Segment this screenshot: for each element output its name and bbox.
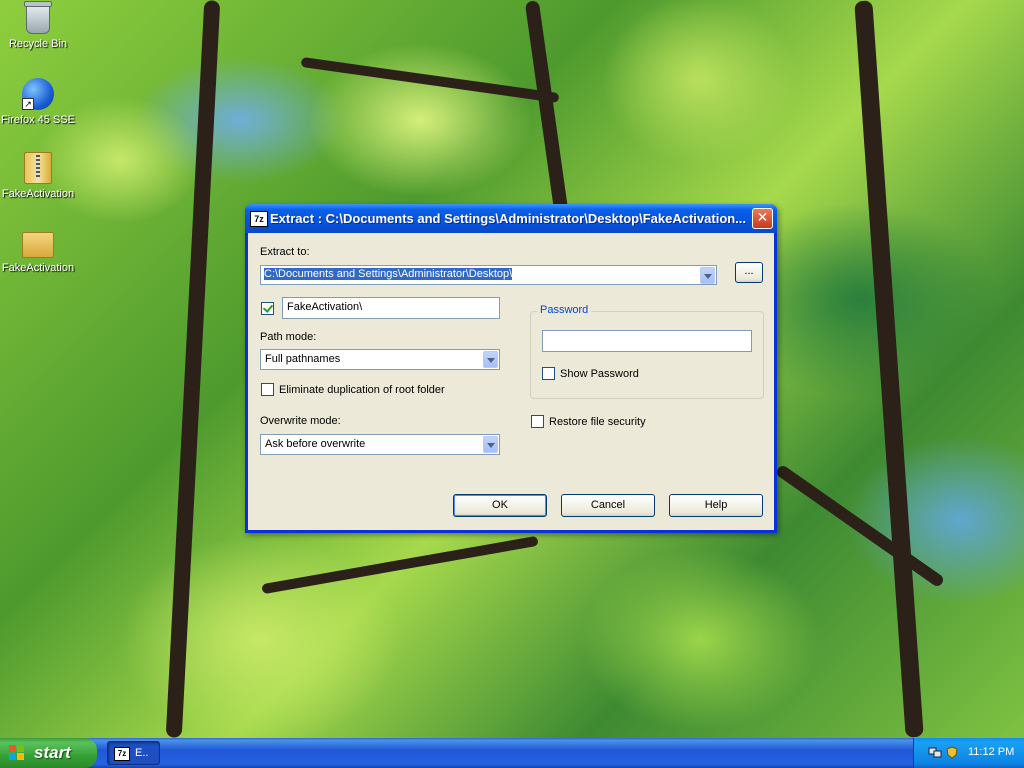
wallpaper-branch (524, 0, 570, 220)
password-input[interactable] (542, 330, 752, 352)
desktop-icon-recycle-bin[interactable]: Recycle Bin (0, 1, 76, 50)
ok-button[interactable]: OK (453, 494, 547, 517)
wallpaper-branch (300, 56, 560, 104)
path-mode-label: Path mode: (260, 331, 317, 343)
network-icon[interactable] (928, 746, 942, 759)
start-button[interactable]: start (0, 738, 97, 768)
extract-dialog: 7z Extract : C:\Documents and Settings\A… (245, 204, 777, 533)
7zip-app-icon: 7z (250, 211, 268, 227)
path-mode-value: Full pathnames (265, 353, 341, 365)
system-tray: 11:12 PM (913, 738, 1024, 768)
desktop-icon-label: FakeActivation (1, 188, 75, 200)
recycle-bin-icon (24, 1, 52, 34)
chevron-down-icon[interactable] (700, 267, 715, 284)
eliminate-duplication-label[interactable]: Eliminate duplication of root folder (279, 384, 445, 396)
dialog-client-area: Extract to: C:\Documents and Settings\Ad… (248, 233, 774, 530)
taskbar: start 7z E.. 11:12 PM (0, 738, 1024, 768)
dialog-titlebar[interactable]: 7z Extract : C:\Documents and Settings\A… (245, 204, 777, 233)
path-mode-combobox[interactable]: Full pathnames (260, 349, 500, 370)
help-button[interactable]: Help (669, 494, 763, 517)
wallpaper-branch (261, 535, 539, 595)
restore-file-security-label[interactable]: Restore file security (549, 416, 646, 428)
security-shield-icon[interactable] (946, 746, 958, 759)
7zip-taskbar-icon: 7z (114, 747, 130, 761)
windows-logo-icon (9, 745, 25, 761)
browse-button[interactable]: ... (735, 262, 763, 283)
show-password-checkbox[interactable] (542, 367, 555, 380)
wallpaper-branch (774, 463, 946, 589)
dialog-title: Extract : C:\Documents and Settings\Admi… (270, 211, 747, 226)
extract-to-combobox[interactable]: C:\Documents and Settings\Administrator\… (260, 265, 717, 285)
wallpaper-branch (165, 0, 221, 738)
password-group-legend: Password (537, 304, 592, 316)
clock[interactable]: 11:12 PM (968, 746, 1014, 758)
wallpaper-branch (854, 0, 924, 738)
extract-to-label: Extract to: (260, 246, 310, 258)
desktop-icon-fakeactivation-zip[interactable]: FakeActivation (0, 152, 76, 200)
close-button[interactable]: ✕ (752, 208, 773, 229)
start-label: start (34, 743, 71, 762)
restore-file-security-checkbox[interactable] (531, 415, 544, 428)
overwrite-mode-combobox[interactable]: Ask before overwrite (260, 434, 500, 455)
chevron-down-icon[interactable] (483, 351, 498, 368)
subfolder-input[interactable]: FakeActivation\ (282, 297, 500, 319)
desktop-icon-label: Recycle Bin (8, 38, 68, 50)
folder-icon (22, 232, 54, 258)
desktop-icon-label: Firefox 45 SSE (1, 114, 75, 126)
password-group: Password Show Password (530, 304, 764, 399)
extract-to-value: C:\Documents and Settings\Administrator\… (264, 268, 513, 280)
overwrite-mode-label: Overwrite mode: (260, 415, 341, 427)
chevron-down-icon[interactable] (483, 436, 498, 453)
taskbar-item-label: E.. (135, 747, 149, 759)
taskbar-item-extract[interactable]: 7z E.. (107, 741, 160, 765)
cancel-button[interactable]: Cancel (561, 494, 655, 517)
eliminate-duplication-checkbox[interactable] (261, 383, 274, 396)
desktop-icon-firefox[interactable]: ↗ Firefox 45 SSE (0, 78, 76, 126)
zip-archive-icon (24, 152, 52, 184)
desktop-icon-label: FakeActivation (1, 262, 75, 274)
subfolder-checkbox[interactable] (261, 302, 274, 315)
desktop-icon-fakeactivation-folder[interactable]: FakeActivation (0, 226, 76, 274)
overwrite-mode-value: Ask before overwrite (265, 438, 366, 450)
show-password-label[interactable]: Show Password (560, 368, 639, 380)
firefox-icon: ↗ (22, 78, 54, 110)
